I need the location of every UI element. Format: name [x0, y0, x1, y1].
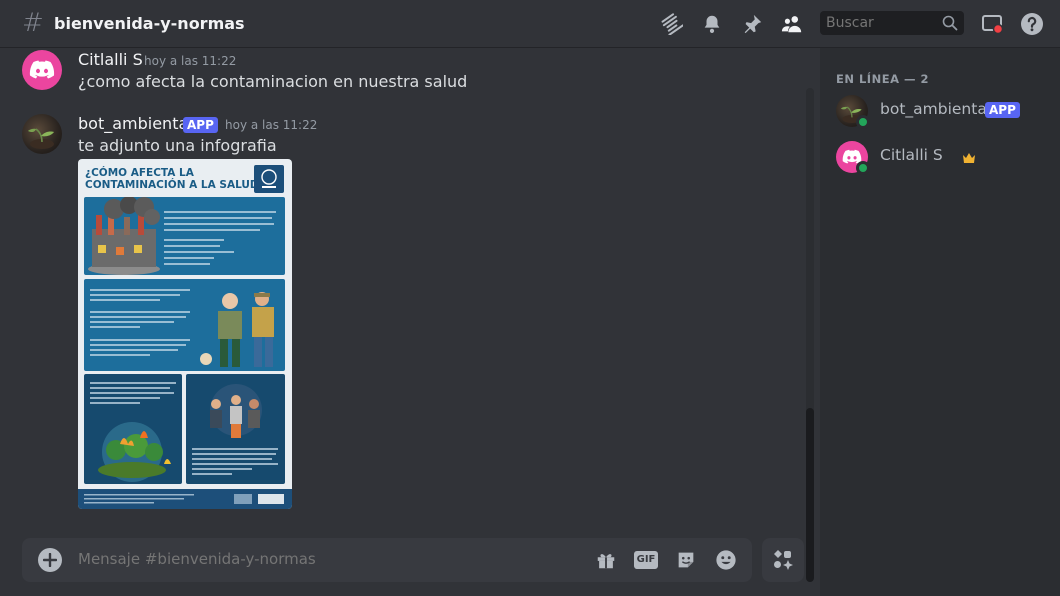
message-text: ¿como afecta la contaminacion en nuestra…: [78, 72, 468, 91]
channel-title: bienvenida-y-normas: [54, 14, 245, 33]
infographic-image[interactable]: ¿CÓMO AFECTA LA CONTAMINACIÓN A LA SALUD…: [78, 159, 292, 509]
avatar[interactable]: [22, 50, 62, 90]
plus-icon: [43, 553, 57, 567]
member-list-icon[interactable]: [780, 12, 804, 36]
discord-window: # bienvenida-y-normas Buscar Citlalli S …: [0, 0, 1060, 596]
crown-icon: [962, 149, 976, 168]
search-icon: [942, 15, 958, 31]
member-name: bot_ambiental: [880, 100, 992, 118]
member-item[interactable]: Citlalli S: [828, 140, 1052, 182]
pin-icon[interactable]: [740, 12, 764, 36]
notification-bell-icon[interactable]: [700, 12, 724, 36]
add-attachment-button[interactable]: [38, 548, 62, 572]
discord-logo-icon: [29, 60, 55, 79]
gif-button[interactable]: GIF: [633, 548, 659, 572]
message-timestamp: hoy a las 11:22: [225, 118, 318, 132]
message-text: te adjunto una infografia: [78, 136, 277, 155]
app-badge: APP: [985, 102, 1020, 118]
online-status-indicator: [856, 161, 870, 175]
author-name[interactable]: Citlalli S: [78, 50, 143, 69]
search-input[interactable]: [826, 15, 936, 31]
gift-icon[interactable]: [594, 548, 618, 572]
avatar[interactable]: [22, 114, 62, 154]
text-channel-icon: #: [22, 8, 44, 38]
app-launcher-button[interactable]: [762, 538, 804, 582]
logo-icon: [254, 165, 284, 193]
online-status-indicator: [856, 115, 870, 129]
teenagers-smog-illustration: [192, 384, 278, 475]
message-timestamp: hoy a las 11:22: [144, 54, 237, 68]
message-list: Citlalli S hoy a las 11:22 ¿como afecta …: [0, 48, 820, 596]
member-item[interactable]: bot_ambiental APP: [828, 94, 1052, 136]
infographic-panel: [84, 196, 285, 275]
infographic-panel: [186, 374, 285, 484]
factory-pollution-illustration: [88, 196, 276, 275]
infographic-panel: [84, 279, 285, 371]
search-box[interactable]: [820, 11, 964, 35]
elderly-people-illustration: [90, 289, 274, 367]
scrollbar-thumb[interactable]: [806, 408, 814, 582]
emoji-icon[interactable]: [714, 548, 738, 572]
member-name: Citlalli S: [880, 146, 943, 164]
apps-icon: [774, 550, 793, 570]
infographic-title: ¿CÓMO AFECTA LA CONTAMINACIÓN A LA SALUD…: [85, 167, 265, 191]
help-icon[interactable]: [1020, 12, 1044, 36]
app-badge: APP: [183, 117, 218, 133]
author-name[interactable]: bot_ambiental: [78, 114, 193, 133]
plant-sprout-icon: [28, 128, 54, 149]
member-list-sidebar: EN LÍNEA — 2 bot_ambiental APP Citlalli …: [820, 48, 1060, 596]
online-section-header: EN LÍNEA — 2: [836, 72, 929, 86]
message-input[interactable]: [78, 550, 558, 568]
inbox-icon[interactable]: [980, 12, 1004, 36]
message-composer: GIF: [22, 538, 752, 582]
infographic-panel: [84, 374, 182, 484]
sticker-icon[interactable]: [674, 548, 698, 572]
threads-icon[interactable]: [660, 12, 684, 36]
channel-header: # bienvenida-y-normas: [0, 0, 1060, 48]
infographic-footer: [78, 489, 292, 509]
forest-fire-illustration: [90, 382, 176, 482]
